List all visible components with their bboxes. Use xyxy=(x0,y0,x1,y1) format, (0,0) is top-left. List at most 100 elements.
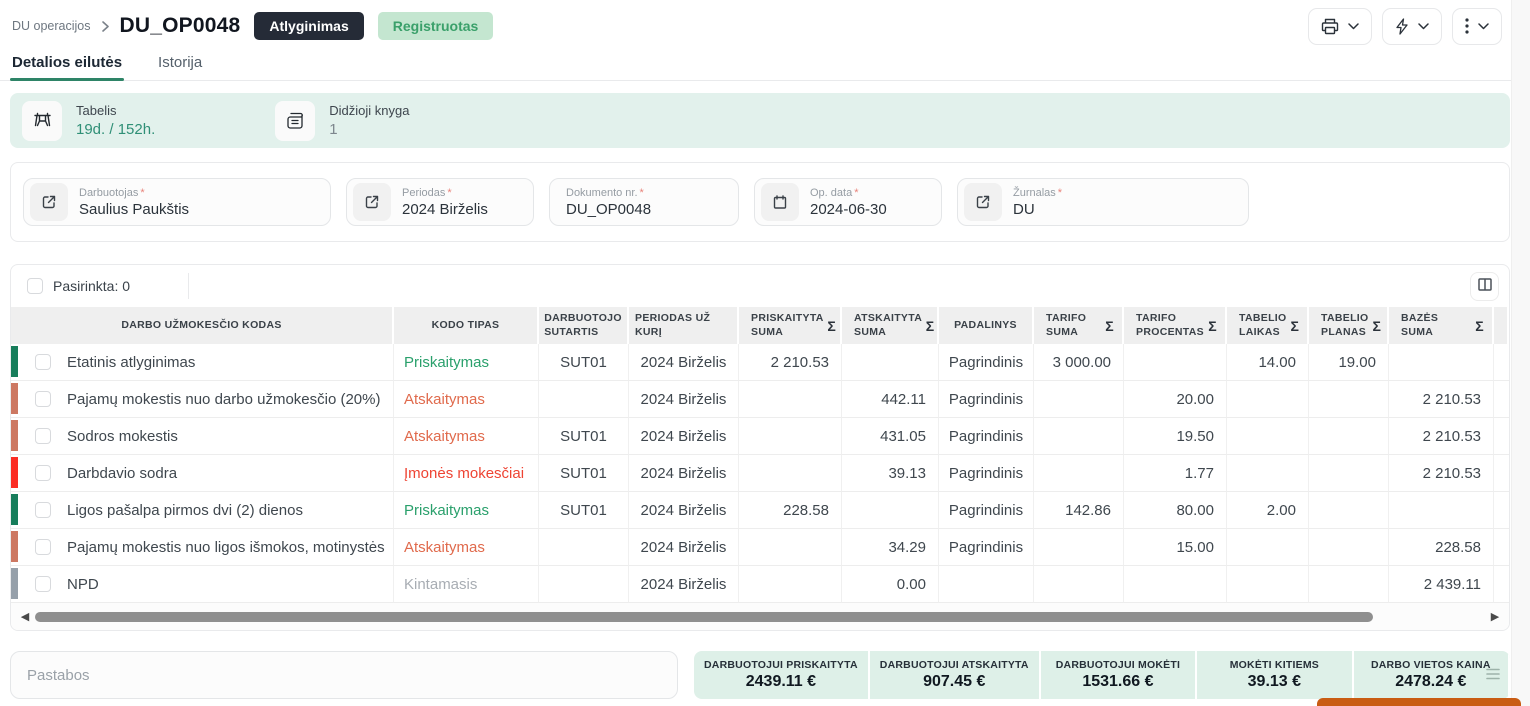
cell-plan xyxy=(1309,492,1389,529)
more-options-button[interactable] xyxy=(1452,7,1502,45)
summary-label: Darbuotojui atskaityta xyxy=(879,659,1029,671)
scrollbar-track[interactable] xyxy=(33,611,1487,623)
table-row[interactable]: Ligos pašalpa pirmos dvi (2) dienos Prisk… xyxy=(11,492,1509,529)
select-all-checkbox[interactable] xyxy=(27,278,43,294)
employee-field[interactable]: Darbuotojas * Saulius Paukštis xyxy=(23,178,331,226)
external-link-icon xyxy=(964,183,1002,221)
row-checkbox[interactable] xyxy=(35,576,51,592)
code-type-label: Priskaitymas xyxy=(404,501,490,519)
cell-plan xyxy=(1309,418,1389,455)
cell-rate_percent: 20.00 xyxy=(1124,381,1227,418)
table-row[interactable]: Darbdavio sodra Įmonės mokesčiai SUT01 2024… xyxy=(11,455,1509,492)
column-header-extra[interactable] xyxy=(1494,307,1509,344)
table-row[interactable]: Pajamų mokestis nuo ligos išmokos, motin… xyxy=(11,529,1509,566)
sum-icon[interactable]: Σ xyxy=(1291,318,1300,334)
sum-icon[interactable]: Σ xyxy=(1475,318,1484,334)
row-checkbox[interactable] xyxy=(35,539,51,555)
row-checkbox[interactable] xyxy=(35,391,51,407)
period-field[interactable]: Periodas * 2024 Birželis xyxy=(346,178,534,226)
kebab-menu-icon xyxy=(1465,18,1469,34)
top-bar: DU operacijos DU_OP0048 Atlyginimas Regi… xyxy=(0,0,1530,45)
wage-code-label: Darbdavio sodra xyxy=(67,464,178,482)
scroll-left-icon[interactable]: ◀ xyxy=(17,610,33,623)
cell-extra xyxy=(1494,529,1509,566)
column-header-period[interactable]: Periodas už kurį xyxy=(629,307,739,344)
cell-name: Ligos pašalpa pirmos dvi (2) dienos xyxy=(11,492,394,529)
table-row[interactable]: NPD Kintamasis 2024 Birželis 0.00 2 439.11 xyxy=(11,566,1509,603)
column-header-department[interactable]: Padalinys xyxy=(939,307,1034,344)
cell-department xyxy=(939,566,1034,603)
row-checkbox[interactable] xyxy=(35,354,51,370)
column-header-rate_percent[interactable]: Tarifo procentas Σ xyxy=(1124,307,1227,344)
column-settings-button[interactable] xyxy=(1470,271,1499,301)
tab-detail-lines[interactable]: Detalios eilutės xyxy=(9,48,125,81)
column-header-type[interactable]: Kodo tipas xyxy=(394,307,539,344)
cell-rate_amount: 142.86 xyxy=(1034,492,1124,529)
operation-date-field[interactable]: Op. data * 2024-06-30 xyxy=(754,178,942,226)
wage-code-label: Etatinis atlyginimas xyxy=(67,353,196,371)
scrollbar-thumb[interactable] xyxy=(35,611,1373,622)
column-header-deducted[interactable]: Atskaityta suma Σ xyxy=(842,307,939,344)
page-title: DU_OP0048 xyxy=(119,14,241,37)
row-type-stripe xyxy=(11,457,18,488)
column-header-rate_amount[interactable]: Tarifo suma Σ xyxy=(1034,307,1124,344)
cell-accrued xyxy=(739,529,842,566)
toolbar-divider xyxy=(188,273,190,299)
cell-type: Atskaitymas xyxy=(394,529,539,566)
tab-history[interactable]: Istorija xyxy=(158,48,202,80)
cell-type: Įmonės mokesčiai xyxy=(394,455,539,492)
cell-extra xyxy=(1494,492,1509,529)
cell-deducted: 39.13 xyxy=(842,455,939,492)
ledger-info[interactable]: Didžioji knyga 1 xyxy=(275,100,409,141)
actions-button[interactable] xyxy=(1382,7,1442,45)
type-badge: Atlyginimas xyxy=(254,12,364,40)
cell-type: Priskaitymas xyxy=(394,492,539,529)
sum-icon[interactable]: Σ xyxy=(1208,318,1217,334)
column-header-time[interactable]: Tabelio laikas Σ xyxy=(1227,307,1309,344)
column-header-plan[interactable]: Tabelio planas Σ xyxy=(1309,307,1389,344)
print-button[interactable] xyxy=(1308,7,1372,45)
summary-value: 2478.24 € xyxy=(1395,673,1467,690)
wage-code-label: Ligos pašalpa pirmos dvi (2) dienos xyxy=(67,501,303,519)
sum-icon[interactable]: Σ xyxy=(1105,318,1114,334)
cell-period: 2024 Birželis xyxy=(629,566,739,603)
cell-name: NPD xyxy=(11,566,394,603)
cell-plan xyxy=(1309,455,1389,492)
column-header-contract[interactable]: Darbuotojo sutartis xyxy=(539,307,629,344)
cell-type: Kintamasis xyxy=(394,566,539,603)
table-row[interactable]: Etatinis atlyginimas Priskaitymas SUT01 202… xyxy=(11,344,1509,381)
cell-period: 2024 Birželis xyxy=(629,344,739,381)
column-header-base[interactable]: Bazės suma Σ xyxy=(1389,307,1494,344)
summary-item: Darbuotojui atskaityta 907.45 € xyxy=(869,651,1041,699)
cell-extra xyxy=(1494,566,1509,603)
primary-action-button-clipped[interactable] xyxy=(1317,698,1521,706)
row-checkbox[interactable] xyxy=(35,465,51,481)
row-checkbox[interactable] xyxy=(35,428,51,444)
code-type-label: Atskaitymas xyxy=(404,390,485,408)
sum-icon[interactable]: Σ xyxy=(1373,318,1382,334)
table-row[interactable]: Sodros mokestis Atskaitymas SUT01 2024 Birž… xyxy=(11,418,1509,455)
printer-icon xyxy=(1321,18,1339,35)
column-header-accrued[interactable]: Priskaityta suma Σ xyxy=(739,307,842,344)
external-link-icon xyxy=(30,183,68,221)
breadcrumb[interactable]: DU operacijos xyxy=(12,19,91,33)
column-header-name[interactable]: Darbo užmokesčio kodas xyxy=(11,307,394,344)
scroll-right-icon[interactable]: ▶ xyxy=(1487,610,1503,623)
summary-menu-icon[interactable] xyxy=(1486,667,1500,685)
table-row[interactable]: Pajamų mokestis nuo darbo užmokesčio (20… xyxy=(11,381,1509,418)
field-value: DU xyxy=(1013,200,1035,218)
row-checkbox[interactable] xyxy=(35,502,51,518)
journal-field[interactable]: Žurnalas * DU xyxy=(957,178,1249,226)
cell-department: Pagrindinis xyxy=(939,344,1034,381)
cell-accrued xyxy=(739,381,842,418)
field-value: Saulius Paukštis xyxy=(79,200,190,218)
notes-input[interactable] xyxy=(10,651,678,699)
sum-icon[interactable]: Σ xyxy=(827,318,836,334)
timesheet-info[interactable]: Tabelis 19d. / 152h. xyxy=(22,100,155,141)
document-number-field[interactable]: Dokumento nr. * DU_OP0048 xyxy=(549,178,739,226)
cell-contract xyxy=(539,381,629,418)
vertical-scrollbar-gutter[interactable] xyxy=(1511,0,1530,706)
cell-rate_amount: 3 000.00 xyxy=(1034,344,1124,381)
sum-icon[interactable]: Σ xyxy=(926,318,935,334)
code-type-label: Atskaitymas xyxy=(404,427,485,445)
